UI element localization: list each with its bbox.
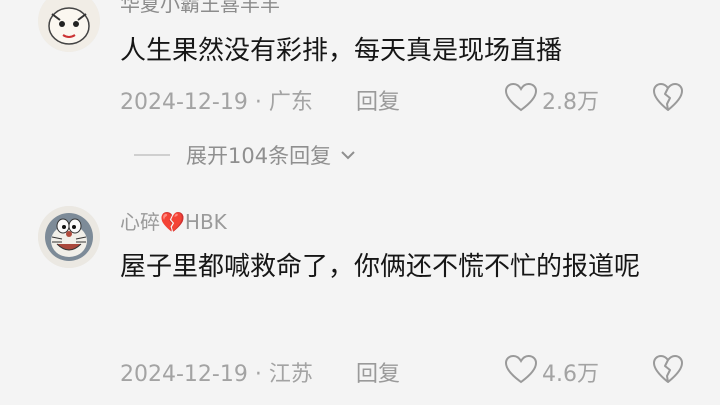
expand-replies-button[interactable]: 展开104条回复 <box>134 140 357 170</box>
expand-replies-label: 展开104条回复 <box>186 144 332 168</box>
divider-line <box>134 154 170 156</box>
like-count: 2.8万 <box>542 90 599 115</box>
broken-heart-icon[interactable] <box>652 82 684 112</box>
avatar[interactable] <box>38 206 100 268</box>
username[interactable]: 心碎💔HBK <box>120 206 227 235</box>
reply-button[interactable]: 回复 <box>356 84 400 116</box>
doraemon-icon <box>38 206 100 268</box>
comment-item: 华夏小霸王喜羊羊 人生果然没有彩排，每天真是现场直播 2024-12-19 · … <box>0 0 720 168</box>
chevron-down-icon <box>341 151 355 160</box>
comment-text: 人生果然没有彩排，每天真是现场直播 <box>120 36 563 66</box>
comment-date-location: 2024-12-19 · 江苏 <box>120 362 313 387</box>
heart-icon[interactable] <box>504 82 538 112</box>
cartoon-face-icon <box>38 0 100 52</box>
broken-heart-icon[interactable] <box>652 354 684 384</box>
comment-date-location: 2024-12-19 · 广东 <box>120 90 313 115</box>
like-count: 4.6万 <box>542 362 599 387</box>
heart-icon[interactable] <box>504 354 538 384</box>
username[interactable]: 华夏小霸王喜羊羊 <box>120 0 280 17</box>
comment-text: 屋子里都喊救命了，你俩还不慌不忙的报道呢 <box>120 252 641 282</box>
avatar[interactable] <box>38 0 100 52</box>
reply-button[interactable]: 回复 <box>356 356 400 388</box>
comment-item: 心碎💔HBK 屋子里都喊救命了，你俩还不慌不忙的报道呢 2024-12-19 ·… <box>0 198 720 405</box>
